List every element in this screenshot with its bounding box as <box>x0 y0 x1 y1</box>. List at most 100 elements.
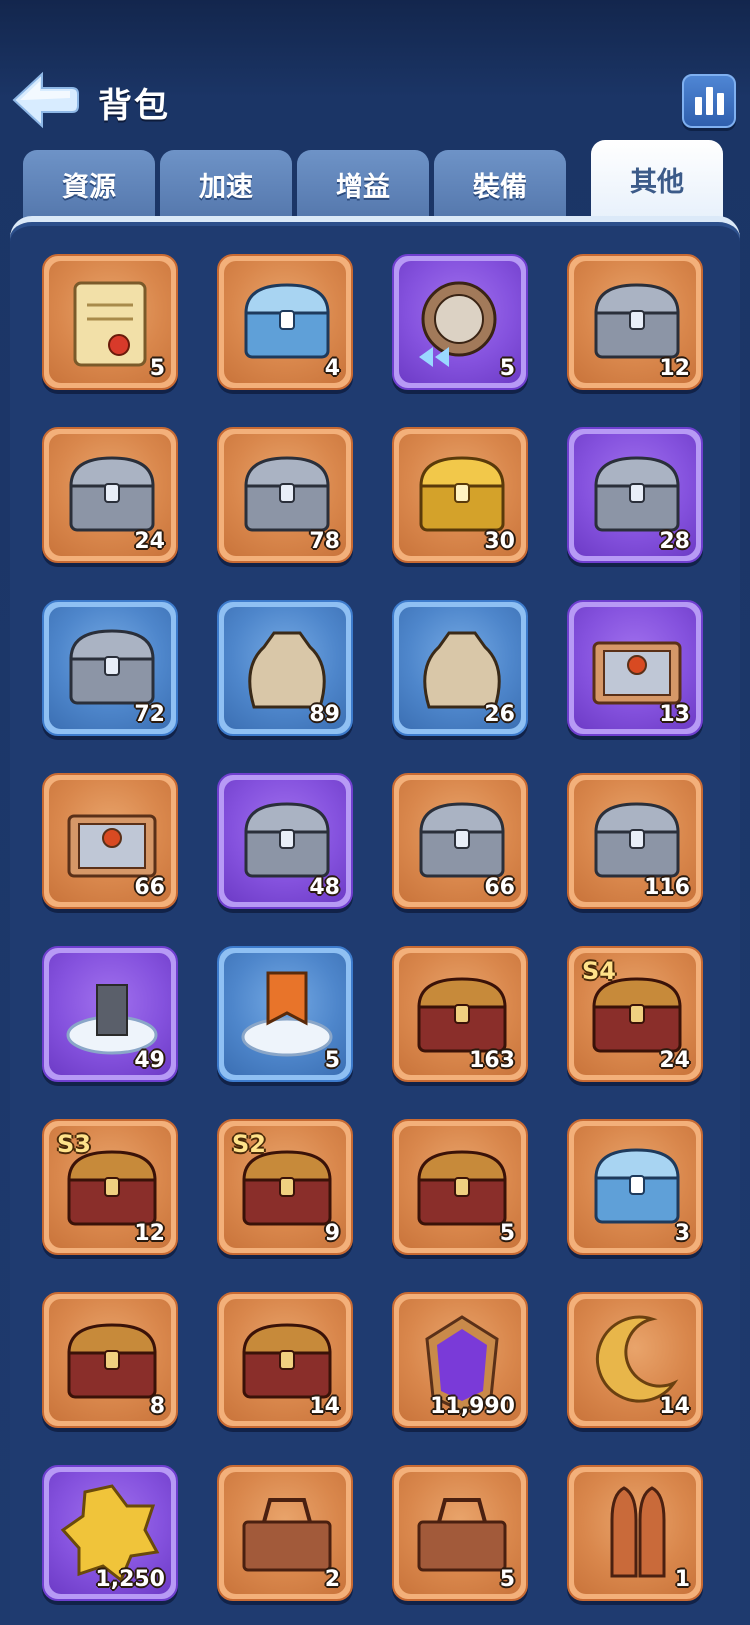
item-quantity: 1,250 <box>95 1567 165 1592</box>
inventory-slot[interactable]: 2 <box>217 1465 353 1601</box>
item-quantity: 48 <box>309 875 340 900</box>
inventory-slot[interactable]: 11,990 <box>392 1292 528 1428</box>
inventory-panel: 5 4 5 12 24 78 30 28 72 89 26 13 66 48 66 116 49 5 163 S4 24… <box>10 216 740 1625</box>
inventory-slot[interactable]: 5 <box>392 1465 528 1601</box>
back-arrow-icon <box>12 71 79 129</box>
inventory-slot[interactable]: 163 <box>392 946 528 1082</box>
inventory-slot[interactable]: 116 <box>567 773 703 909</box>
inventory-slot[interactable]: 26 <box>392 600 528 736</box>
slot-background: 49 <box>49 953 171 1075</box>
slot-background: 8 <box>49 1299 171 1421</box>
inventory-slot[interactable]: 5 <box>42 254 178 390</box>
inventory-slot[interactable]: 28 <box>567 427 703 563</box>
item-quantity: 30 <box>484 529 515 554</box>
inventory-slot[interactable]: S3 12 <box>42 1119 178 1255</box>
tab-bar: 資源 加速 增益 裝備 其他 <box>23 140 729 218</box>
item-quantity: 5 <box>499 356 515 381</box>
item-quantity: 78 <box>309 529 340 554</box>
season-label: S3 <box>57 1130 91 1158</box>
inventory-slot[interactable]: S4 24 <box>567 946 703 1082</box>
inventory-slot[interactable]: 4 <box>217 254 353 390</box>
slot-background: 163 <box>399 953 521 1075</box>
inventory-slot[interactable]: 49 <box>42 946 178 1082</box>
inventory-slot[interactable]: 14 <box>217 1292 353 1428</box>
inventory-slot[interactable]: 48 <box>217 773 353 909</box>
tab-other[interactable]: 其他 <box>591 140 723 218</box>
item-quantity: 2 <box>324 1567 340 1592</box>
item-quantity: 11,990 <box>430 1394 515 1419</box>
item-quantity: 66 <box>134 875 165 900</box>
slot-background: 66 <box>399 780 521 902</box>
slot-background: 66 <box>49 780 171 902</box>
inventory-slot[interactable]: 5 <box>392 254 528 390</box>
stats-bar-icon <box>694 97 702 115</box>
slot-background: 13 <box>574 607 696 729</box>
slot-background: 78 <box>224 434 346 556</box>
item-quantity: 24 <box>659 1048 690 1073</box>
item-quantity: 13 <box>659 702 690 727</box>
slot-background: S3 12 <box>49 1126 171 1248</box>
inventory-slot[interactable]: 30 <box>392 427 528 563</box>
slot-background: 2 <box>224 1472 346 1594</box>
page-title: 背包 <box>98 86 170 126</box>
item-quantity: 4 <box>324 356 340 381</box>
inventory-slot[interactable]: 14 <box>567 1292 703 1428</box>
tab-equipment[interactable]: 裝備 <box>434 150 566 218</box>
inventory-slot[interactable]: 1,250 <box>42 1465 178 1601</box>
item-quantity: 9 <box>324 1221 340 1246</box>
item-quantity: 163 <box>469 1048 515 1073</box>
item-quantity: 12 <box>659 356 690 381</box>
inventory-slot[interactable]: 1 <box>567 1465 703 1601</box>
slot-background: 48 <box>224 780 346 902</box>
inventory-slot[interactable]: 72 <box>42 600 178 736</box>
slot-background: 116 <box>574 780 696 902</box>
inventory-slot[interactable]: 5 <box>217 946 353 1082</box>
item-quantity: 5 <box>499 1221 515 1246</box>
inventory-slot[interactable]: S2 9 <box>217 1119 353 1255</box>
item-quantity: 14 <box>309 1394 340 1419</box>
slot-background: 1,250 <box>49 1472 171 1594</box>
tab-resources[interactable]: 資源 <box>23 150 155 218</box>
inventory-slot[interactable]: 8 <box>42 1292 178 1428</box>
slot-background: 14 <box>224 1299 346 1421</box>
slot-background: 1 <box>574 1472 696 1594</box>
header: 背包 <box>0 60 750 145</box>
slot-background: 26 <box>399 607 521 729</box>
season-label: S4 <box>582 957 616 985</box>
item-quantity: 116 <box>644 875 690 900</box>
slot-background: 5 <box>399 1126 521 1248</box>
slot-background: 89 <box>224 607 346 729</box>
inventory-slot[interactable]: 78 <box>217 427 353 563</box>
slot-background: 11,990 <box>399 1299 521 1421</box>
slot-background: 24 <box>49 434 171 556</box>
tab-boosts[interactable]: 增益 <box>297 150 429 218</box>
inventory-slot[interactable]: 66 <box>42 773 178 909</box>
inventory-slot[interactable]: 89 <box>217 600 353 736</box>
inventory-slot[interactable]: 66 <box>392 773 528 909</box>
slot-background: 12 <box>574 261 696 383</box>
item-quantity: 14 <box>659 1394 690 1419</box>
item-quantity: 72 <box>134 702 165 727</box>
season-label: S2 <box>232 1130 266 1158</box>
stats-bar-icon <box>716 93 724 115</box>
item-quantity: 12 <box>134 1221 165 1246</box>
item-quantity: 24 <box>134 529 165 554</box>
item-quantity: 66 <box>484 875 515 900</box>
slot-background: 5 <box>49 261 171 383</box>
backpack-screen: 背包 資源 加速 增益 裝備 其他 5 4 5 12 24 78 30 28 72 89 26 13 6… <box>0 0 750 1625</box>
slot-background: 3 <box>574 1126 696 1248</box>
slot-background: 30 <box>399 434 521 556</box>
inventory-slot[interactable]: 24 <box>42 427 178 563</box>
slot-background: 72 <box>49 607 171 729</box>
slot-background: S2 9 <box>224 1126 346 1248</box>
item-quantity: 1 <box>674 1567 690 1592</box>
item-quantity: 49 <box>134 1048 165 1073</box>
inventory-slot[interactable]: 12 <box>567 254 703 390</box>
tab-speedups[interactable]: 加速 <box>160 150 292 218</box>
back-button[interactable] <box>10 70 80 130</box>
stats-button[interactable] <box>682 74 736 128</box>
inventory-slot[interactable]: 13 <box>567 600 703 736</box>
inventory-slot[interactable]: 5 <box>392 1119 528 1255</box>
item-quantity: 28 <box>659 529 690 554</box>
inventory-slot[interactable]: 3 <box>567 1119 703 1255</box>
